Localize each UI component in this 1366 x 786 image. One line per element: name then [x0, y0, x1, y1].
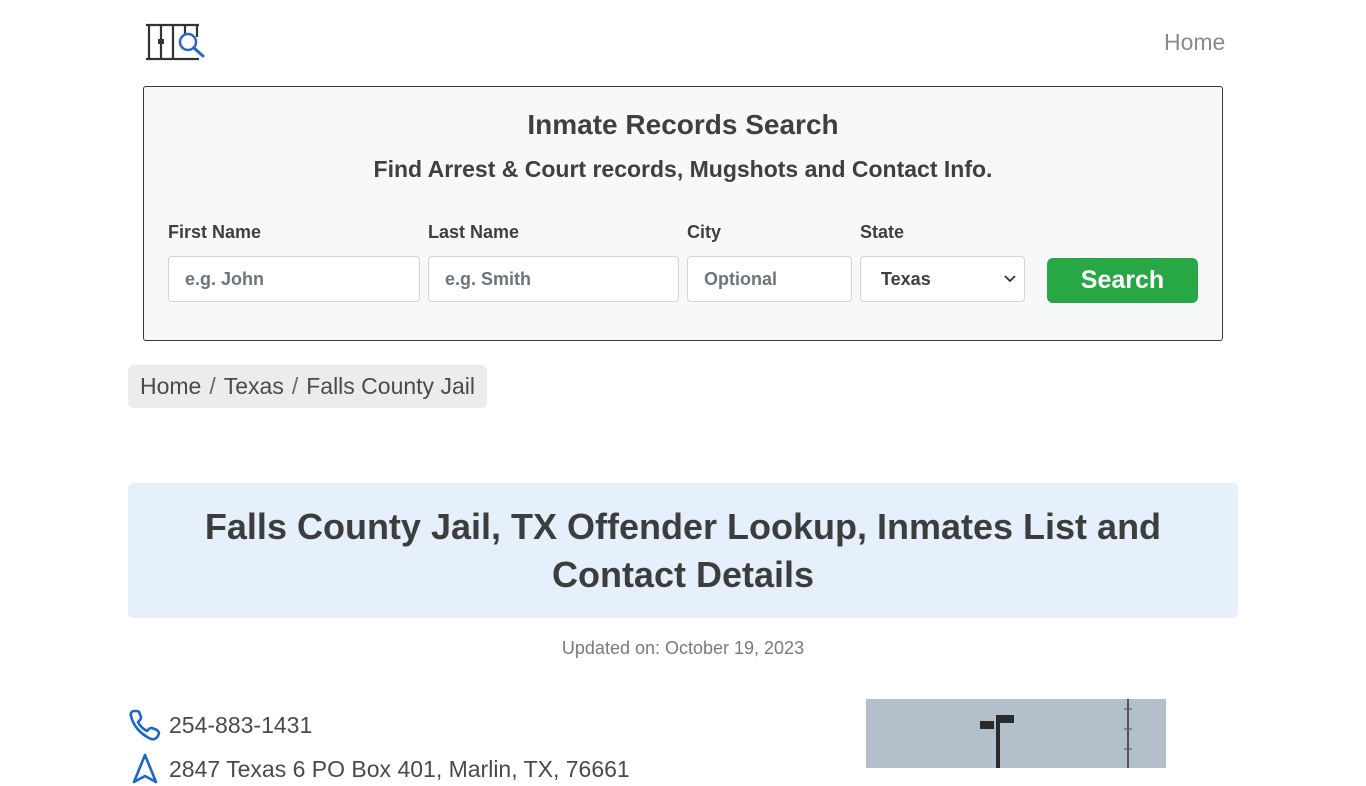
- inmate-search-panel: Inmate Records Search Find Arrest & Cour…: [143, 86, 1223, 341]
- breadcrumb-separator: /: [291, 373, 299, 399]
- contact-phone[interactable]: 254-883-1431: [169, 712, 312, 739]
- breadcrumb-current: Falls County Jail: [306, 373, 475, 399]
- chevron-down-icon: [996, 257, 1024, 301]
- state-selected-value: Texas: [881, 268, 931, 289]
- last-name-input[interactable]: [428, 256, 679, 302]
- updated-date: Updated on: October 19, 2023: [561, 638, 805, 658]
- city-label: City: [687, 222, 722, 242]
- breadcrumb-separator: /: [209, 373, 216, 399]
- logo-jail-search-icon[interactable]: [145, 22, 207, 64]
- phone-icon: [129, 709, 161, 741]
- contact-address: 2847 Texas 6 PO Box 401, Marlin, TX, 766…: [169, 755, 630, 782]
- search-title: Inmate Records Search: [527, 109, 839, 140]
- breadcrumb: Home / Texas / Falls County Jail: [128, 365, 487, 408]
- breadcrumb-texas[interactable]: Texas: [224, 373, 284, 400]
- last-name-label: Last Name: [428, 222, 520, 242]
- breadcrumb-home[interactable]: Home: [140, 373, 201, 400]
- page-title: Falls County Jail, TX Offender Lookup, I…: [204, 505, 1162, 595]
- facility-photo: [866, 699, 1166, 768]
- city-input[interactable]: [687, 256, 852, 302]
- contact-address-row: 2847 Texas 6 PO Box 401, Marlin, TX, 766…: [128, 752, 630, 786]
- search-subtitle: Find Arrest & Court records, Mugshots an…: [373, 156, 993, 182]
- map-marker-icon: [132, 753, 158, 784]
- state-label: State: [860, 222, 905, 242]
- first-name-label: First Name: [168, 222, 262, 242]
- search-button[interactable]: Search: [1047, 258, 1198, 303]
- nav-home-link[interactable]: Home: [1164, 29, 1225, 56]
- page-title-banner: Falls County Jail, TX Offender Lookup, I…: [128, 483, 1238, 618]
- state-select[interactable]: Texas: [860, 256, 1025, 302]
- first-name-input[interactable]: [168, 256, 420, 302]
- contact-phone-row: 254-883-1431: [128, 708, 312, 742]
